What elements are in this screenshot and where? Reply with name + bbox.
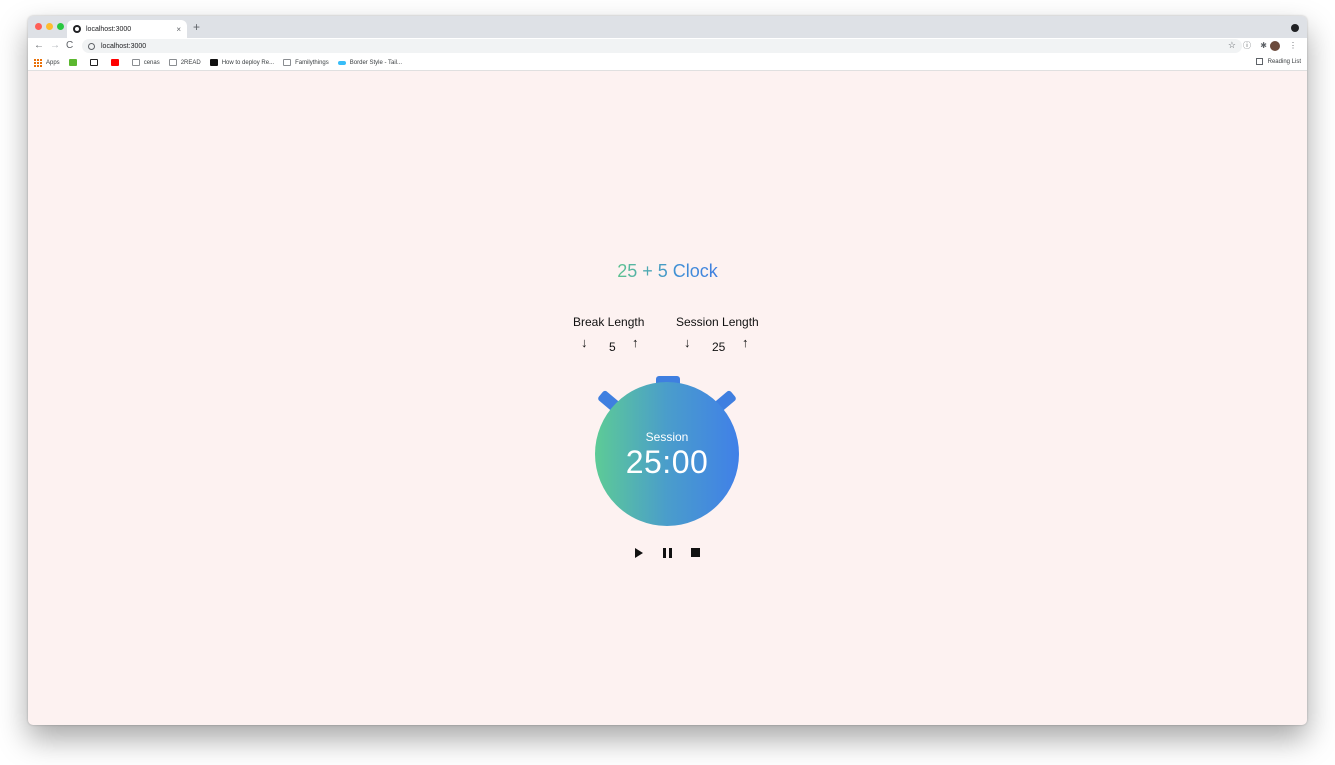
back-button[interactable]: ←: [34, 39, 44, 53]
amazon-icon: [89, 59, 98, 66]
bookmark-label: cenas: [143, 59, 160, 66]
profile-avatar[interactable]: [1270, 41, 1280, 51]
folder-icon: [131, 59, 140, 66]
bookmark-apps[interactable]: Apps: [34, 58, 60, 67]
folder-icon: [283, 59, 292, 66]
dev-icon: [209, 59, 218, 66]
break-length-label: Break Length: [573, 315, 645, 329]
reset-button[interactable]: [691, 548, 700, 557]
reading-list-icon: [1255, 58, 1263, 65]
maximize-window-button[interactable]: [57, 23, 64, 30]
apps-grid-icon: [34, 58, 42, 67]
tab-strip: localhost:3000 × +: [28, 16, 1307, 38]
tab-title: localhost:3000: [86, 25, 132, 33]
browser-menu-icon[interactable]: ⋮: [1289, 41, 1297, 51]
browser-window: localhost:3000 × + ← → C localhost:3000 …: [28, 16, 1307, 725]
session-length-label: Session Length: [676, 315, 759, 329]
session-decrement-button[interactable]: ↓: [684, 336, 691, 350]
pause-button[interactable]: [663, 548, 672, 558]
time-left: 25:00: [625, 443, 709, 480]
reading-list-button[interactable]: Reading List: [1255, 58, 1301, 65]
reload-button[interactable]: C: [66, 39, 73, 53]
tailwind-icon: [337, 60, 346, 65]
bookmark-label: How to deploy Re...: [221, 59, 275, 66]
app-title: 25 + 5 Clock: [617, 261, 718, 281]
session-increment-button[interactable]: ↑: [742, 336, 749, 350]
break-decrement-button[interactable]: ↓: [581, 336, 588, 350]
extension-info-icon[interactable]: ⓘ: [1243, 41, 1251, 51]
tab-search-icon[interactable]: [1291, 24, 1299, 32]
extensions-puzzle-icon[interactable]: ✱: [1260, 41, 1267, 51]
play-button[interactable]: [635, 548, 643, 558]
browser-toolbar: ← → C localhost:3000 ☆ ⓘ ✱ ⋮: [28, 38, 1307, 55]
bookmark-folder[interactable]: 2READ: [168, 59, 201, 66]
close-window-button[interactable]: [35, 23, 42, 30]
bookmark-folder[interactable]: cenas: [131, 59, 160, 66]
new-tab-button[interactable]: +: [193, 21, 200, 33]
site-info-icon[interactable]: [88, 42, 95, 50]
bookmark-label: Border Style - Tail...: [349, 59, 403, 66]
reading-list-label: Reading List: [1267, 58, 1301, 65]
bookmark-label: Familythings: [295, 59, 329, 66]
tab-close-icon[interactable]: ×: [176, 25, 181, 34]
timer-label: Session: [645, 429, 689, 444]
bookmark-item[interactable]: How to deploy Re...: [209, 59, 275, 66]
browser-tab[interactable]: localhost:3000 ×: [67, 20, 187, 38]
break-increment-button[interactable]: ↑: [632, 336, 639, 350]
session-length-value: 25: [712, 340, 726, 354]
bookmarks-bar: Apps cenas 2READ How to deploy Re... Fam…: [28, 55, 1307, 71]
timer-dial: Session 25:00: [595, 382, 739, 526]
page-content: 25 + 5 Clock Break Length Session Length…: [28, 72, 1307, 725]
bookmark-folder[interactable]: Familythings: [283, 59, 329, 66]
bookmark-item[interactable]: [68, 59, 81, 66]
bookmark-item[interactable]: Border Style - Tail...: [337, 59, 403, 66]
react-favicon-icon: [73, 25, 81, 33]
break-length-value: 5: [609, 340, 616, 354]
green-icon: [68, 59, 77, 66]
address-bar[interactable]: localhost:3000 ☆: [82, 39, 1242, 53]
app-title-wrap: 25 + 5 Clock: [28, 261, 1307, 282]
minimize-window-button[interactable]: [46, 23, 53, 30]
url-text[interactable]: localhost:3000: [101, 43, 146, 50]
bookmark-item[interactable]: [89, 59, 102, 66]
bookmark-label: 2READ: [180, 59, 201, 66]
bookmark-star-icon[interactable]: ☆: [1228, 40, 1236, 51]
bookmark-label: Apps: [46, 59, 60, 66]
youtube-icon: [110, 59, 119, 66]
forward-button[interactable]: →: [50, 39, 60, 53]
folder-icon: [168, 59, 177, 66]
bookmark-item[interactable]: [110, 59, 123, 66]
